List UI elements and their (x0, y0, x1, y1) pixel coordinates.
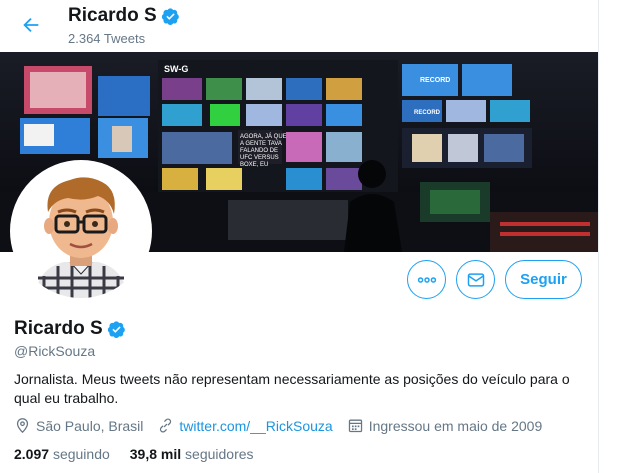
message-icon (467, 272, 484, 287)
message-button[interactable] (456, 260, 495, 299)
more-button[interactable] (407, 260, 446, 299)
followers-stat[interactable]: 39,8 mil seguidores (130, 446, 254, 462)
website-item[interactable]: twitter.com/__RickSouza (157, 417, 333, 434)
joined-text: Ingressou em maio de 2009 (368, 417, 543, 434)
location-item: São Paulo, Brasil (14, 417, 143, 434)
tweet-count: 2.364 Tweets (68, 31, 146, 46)
calendar-icon (348, 419, 362, 433)
profile-handle: @RickSouza (14, 343, 96, 359)
location-icon (16, 418, 29, 434)
following-label: seguindo (52, 446, 110, 462)
banner-label-swg: SW-G (164, 64, 188, 74)
profile-stats: 2.097 seguindo 39,8 mil seguidores (14, 446, 274, 462)
link-icon (160, 418, 172, 433)
sidebar-pane (599, 0, 619, 473)
back-button[interactable] (14, 8, 48, 42)
banner-label-record-1: RECORD (420, 77, 450, 84)
header-title: Ricardo S (68, 5, 180, 27)
avatar[interactable] (10, 160, 152, 302)
following-count: 2.097 (14, 446, 50, 462)
profile-name-row: Ricardo S (14, 318, 126, 340)
website-link[interactable]: twitter.com/__RickSouza (179, 418, 332, 434)
profile-bio: Jornalista. Meus tweets não representam … (14, 371, 570, 406)
following-stat[interactable]: 2.097 seguindo (14, 446, 110, 462)
location-text: São Paulo, Brasil (36, 417, 144, 434)
profile-meta: São Paulo, Brasil twitter.com/__RickSouz… (14, 417, 556, 434)
back-arrow-icon (23, 17, 39, 33)
verified-badge-icon (161, 7, 179, 25)
joined-item: Ingressou em maio de 2009 (347, 417, 543, 434)
profile-name: Ricardo S (14, 318, 103, 339)
followers-label: seguidores (185, 446, 254, 462)
follow-button[interactable]: Seguir (505, 260, 582, 299)
header-name: Ricardo S (68, 5, 157, 26)
profile-header: Ricardo S 2.364 Tweets (0, 0, 598, 52)
profile-column: Ricardo S 2.364 Tweets SW-G AGORA, JÁ QU… (0, 0, 598, 473)
followers-count: 39,8 mil (129, 446, 182, 462)
banner-label-record-2: RECORD (414, 110, 441, 116)
avatar-image (14, 164, 148, 298)
verified-badge-icon (107, 320, 125, 338)
more-icon (417, 276, 436, 283)
